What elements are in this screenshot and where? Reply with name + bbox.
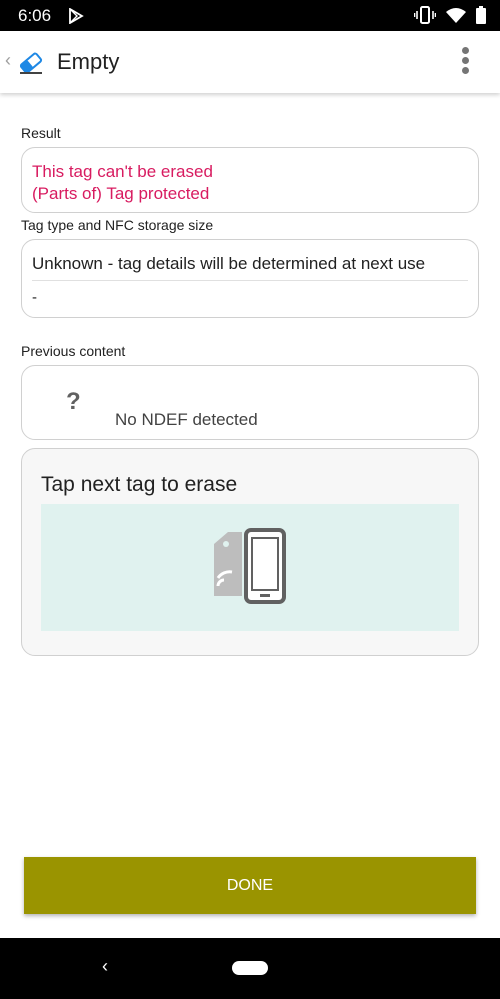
result-error-line1: This tag can't be erased xyxy=(32,162,213,181)
done-button[interactable]: DONE xyxy=(24,857,476,914)
status-time: 6:06 xyxy=(18,6,52,25)
tag-type-card: Unknown - tag details will be determined… xyxy=(21,239,479,318)
erase-panel: Tap next tag to erase xyxy=(21,448,479,656)
wifi-icon xyxy=(446,8,466,23)
erase-instruction: Tap next tag to erase xyxy=(41,473,238,496)
overflow-menu-icon[interactable] xyxy=(462,47,470,75)
nav-home-pill[interactable] xyxy=(232,961,268,975)
result-error-line2: (Parts of) Tag protected xyxy=(32,184,210,203)
battery-icon xyxy=(476,6,486,24)
previous-content-label: Previous content xyxy=(21,343,126,359)
app-bar: ‹ Empty xyxy=(0,31,500,93)
storage-size-value: - xyxy=(32,289,37,306)
eraser-icon[interactable] xyxy=(18,51,44,75)
play-store-icon xyxy=(69,8,84,24)
page-title: Empty xyxy=(57,49,120,74)
status-icons xyxy=(414,6,486,24)
previous-content-card: ? No NDEF detected xyxy=(21,365,479,440)
vibrate-icon xyxy=(414,6,436,24)
result-label: Result xyxy=(21,125,61,141)
question-icon: ? xyxy=(66,388,81,415)
nfc-phone-tag-icon xyxy=(214,528,286,604)
previous-content-value: No NDEF detected xyxy=(115,410,258,429)
navigation-bar: ‹ xyxy=(0,938,500,999)
back-chevron-icon[interactable]: ‹ xyxy=(5,50,11,71)
tag-type-label: Tag type and NFC storage size xyxy=(21,217,214,233)
nav-back-icon[interactable]: ‹ xyxy=(102,956,108,977)
status-bar: 6:06 xyxy=(0,0,500,31)
result-card: This tag can't be erased (Parts of) Tag … xyxy=(21,147,479,213)
divider xyxy=(32,280,468,281)
tap-area xyxy=(41,504,459,631)
tag-type-value: Unknown - tag details will be determined… xyxy=(32,254,426,273)
